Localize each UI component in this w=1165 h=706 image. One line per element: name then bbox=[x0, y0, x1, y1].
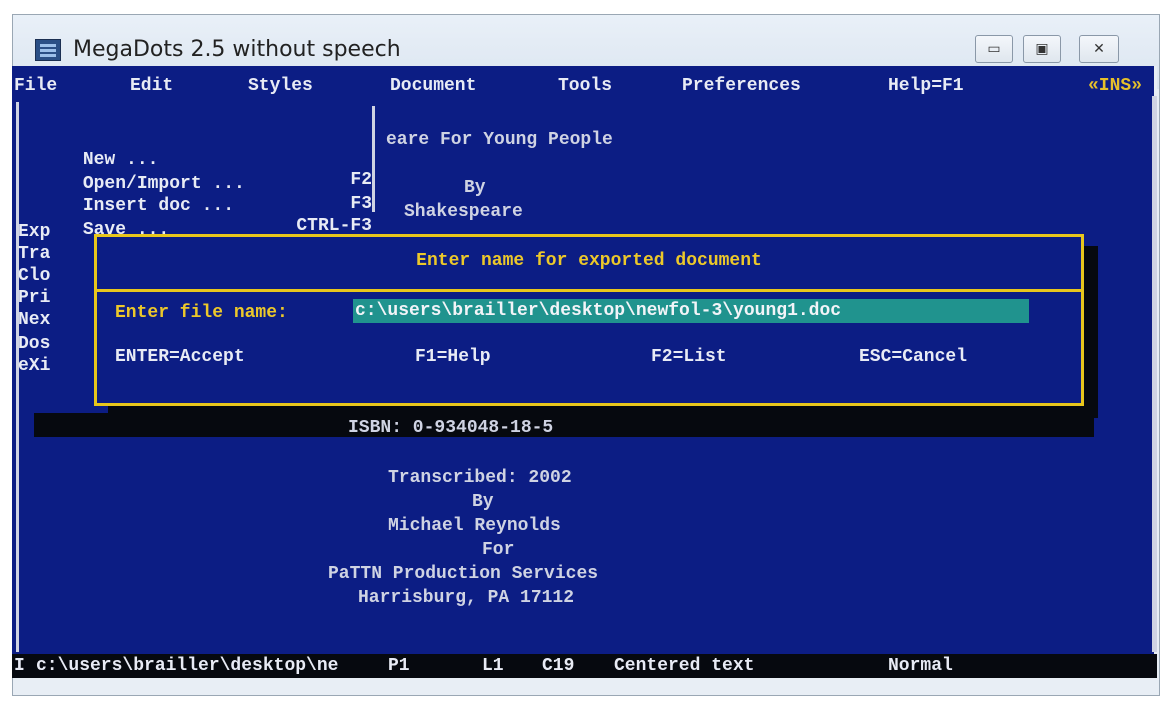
status-path: c:\users\brailler\desktop\ne bbox=[36, 656, 339, 676]
menu-file[interactable]: File bbox=[14, 76, 57, 96]
doc-author-line: Shakespeare bbox=[404, 202, 523, 222]
doc-city-line: Harrisburg, PA 17112 bbox=[358, 588, 575, 608]
doc-for-line: For bbox=[482, 540, 515, 560]
isbn-line: ISBN: 0-934048-18-5 bbox=[348, 418, 554, 438]
status-format: Normal bbox=[888, 656, 953, 676]
insert-mode-indicator: «INS» bbox=[1088, 76, 1143, 96]
doc-transcribed-line: Transcribed: 2002 bbox=[388, 468, 572, 488]
status-style: Centered text bbox=[614, 656, 755, 676]
dialog-shadow bbox=[34, 413, 1094, 437]
menu-help[interactable]: Help=F1 bbox=[888, 76, 964, 96]
dialog-divider bbox=[97, 289, 1081, 292]
list-action[interactable]: F2=List bbox=[651, 347, 727, 367]
file-name-label: Enter file name: bbox=[115, 303, 288, 323]
minimize-button[interactable]: ▭ bbox=[975, 35, 1013, 63]
menu-preferences[interactable]: Preferences bbox=[682, 76, 801, 96]
maximize-button[interactable]: ▣ bbox=[1023, 35, 1061, 63]
status-line: L1 bbox=[482, 656, 504, 676]
console-screen[interactable]: File Edit Styles Document Tools Preferen… bbox=[12, 66, 1157, 678]
file-menu-new[interactable]: New ... F2 bbox=[18, 130, 372, 190]
status-page: P1 bbox=[388, 656, 410, 676]
menu-document[interactable]: Document bbox=[390, 76, 476, 96]
file-menu-exit[interactable]: eXi bbox=[18, 356, 50, 378]
accept-action[interactable]: ENTER=Accept bbox=[115, 347, 245, 367]
help-action[interactable]: F1=Help bbox=[415, 347, 491, 367]
status-bar: I c:\users\brailler\desktop\ne P1 L1 C19… bbox=[12, 654, 1157, 678]
app-icon[interactable] bbox=[35, 39, 61, 61]
doc-by-line-2: By bbox=[472, 492, 494, 512]
file-menu-next[interactable]: Nex bbox=[18, 310, 50, 332]
file-menu-close[interactable]: Clo bbox=[18, 266, 50, 288]
right-border bbox=[1152, 96, 1157, 652]
dialog-title: Enter name for exported document bbox=[416, 251, 762, 271]
status-mode: I bbox=[14, 656, 25, 676]
menu-edit[interactable]: Edit bbox=[130, 76, 173, 96]
menu-bar: File Edit Styles Document Tools Preferen… bbox=[12, 76, 1157, 100]
file-menu-dos[interactable]: Dos bbox=[18, 334, 50, 356]
file-menu-insert-doc[interactable]: Insert doc ... CTRL-F3 bbox=[18, 176, 372, 236]
doc-by-line: By bbox=[464, 178, 486, 198]
file-menu-open[interactable]: Open/Import ... F3 bbox=[18, 154, 372, 214]
cancel-action[interactable]: ESC=Cancel bbox=[859, 347, 967, 367]
export-dialog: Enter name for exported document Enter f… bbox=[94, 234, 1084, 406]
file-menu-divider bbox=[372, 106, 375, 212]
doc-org-line: PaTTN Production Services bbox=[328, 564, 599, 584]
status-col: C19 bbox=[542, 656, 575, 676]
menu-tools[interactable]: Tools bbox=[558, 76, 612, 96]
menu-styles[interactable]: Styles bbox=[248, 76, 313, 96]
doc-transcriber-line: Michael Reynolds bbox=[388, 516, 561, 536]
file-menu-export[interactable]: Exp bbox=[18, 222, 50, 244]
doc-title-line: eare For Young People bbox=[386, 130, 613, 150]
file-menu-print[interactable]: Pri bbox=[18, 288, 50, 310]
file-menu-save[interactable]: Save ... F4 bbox=[18, 200, 372, 260]
close-button[interactable]: ✕ bbox=[1079, 35, 1119, 63]
window-title: MegaDots 2.5 without speech bbox=[73, 37, 401, 62]
file-menu-translate[interactable]: Tra bbox=[18, 244, 50, 266]
file-name-input[interactable]: c:\users\brailler\desktop\newfol-3\young… bbox=[353, 299, 1029, 323]
